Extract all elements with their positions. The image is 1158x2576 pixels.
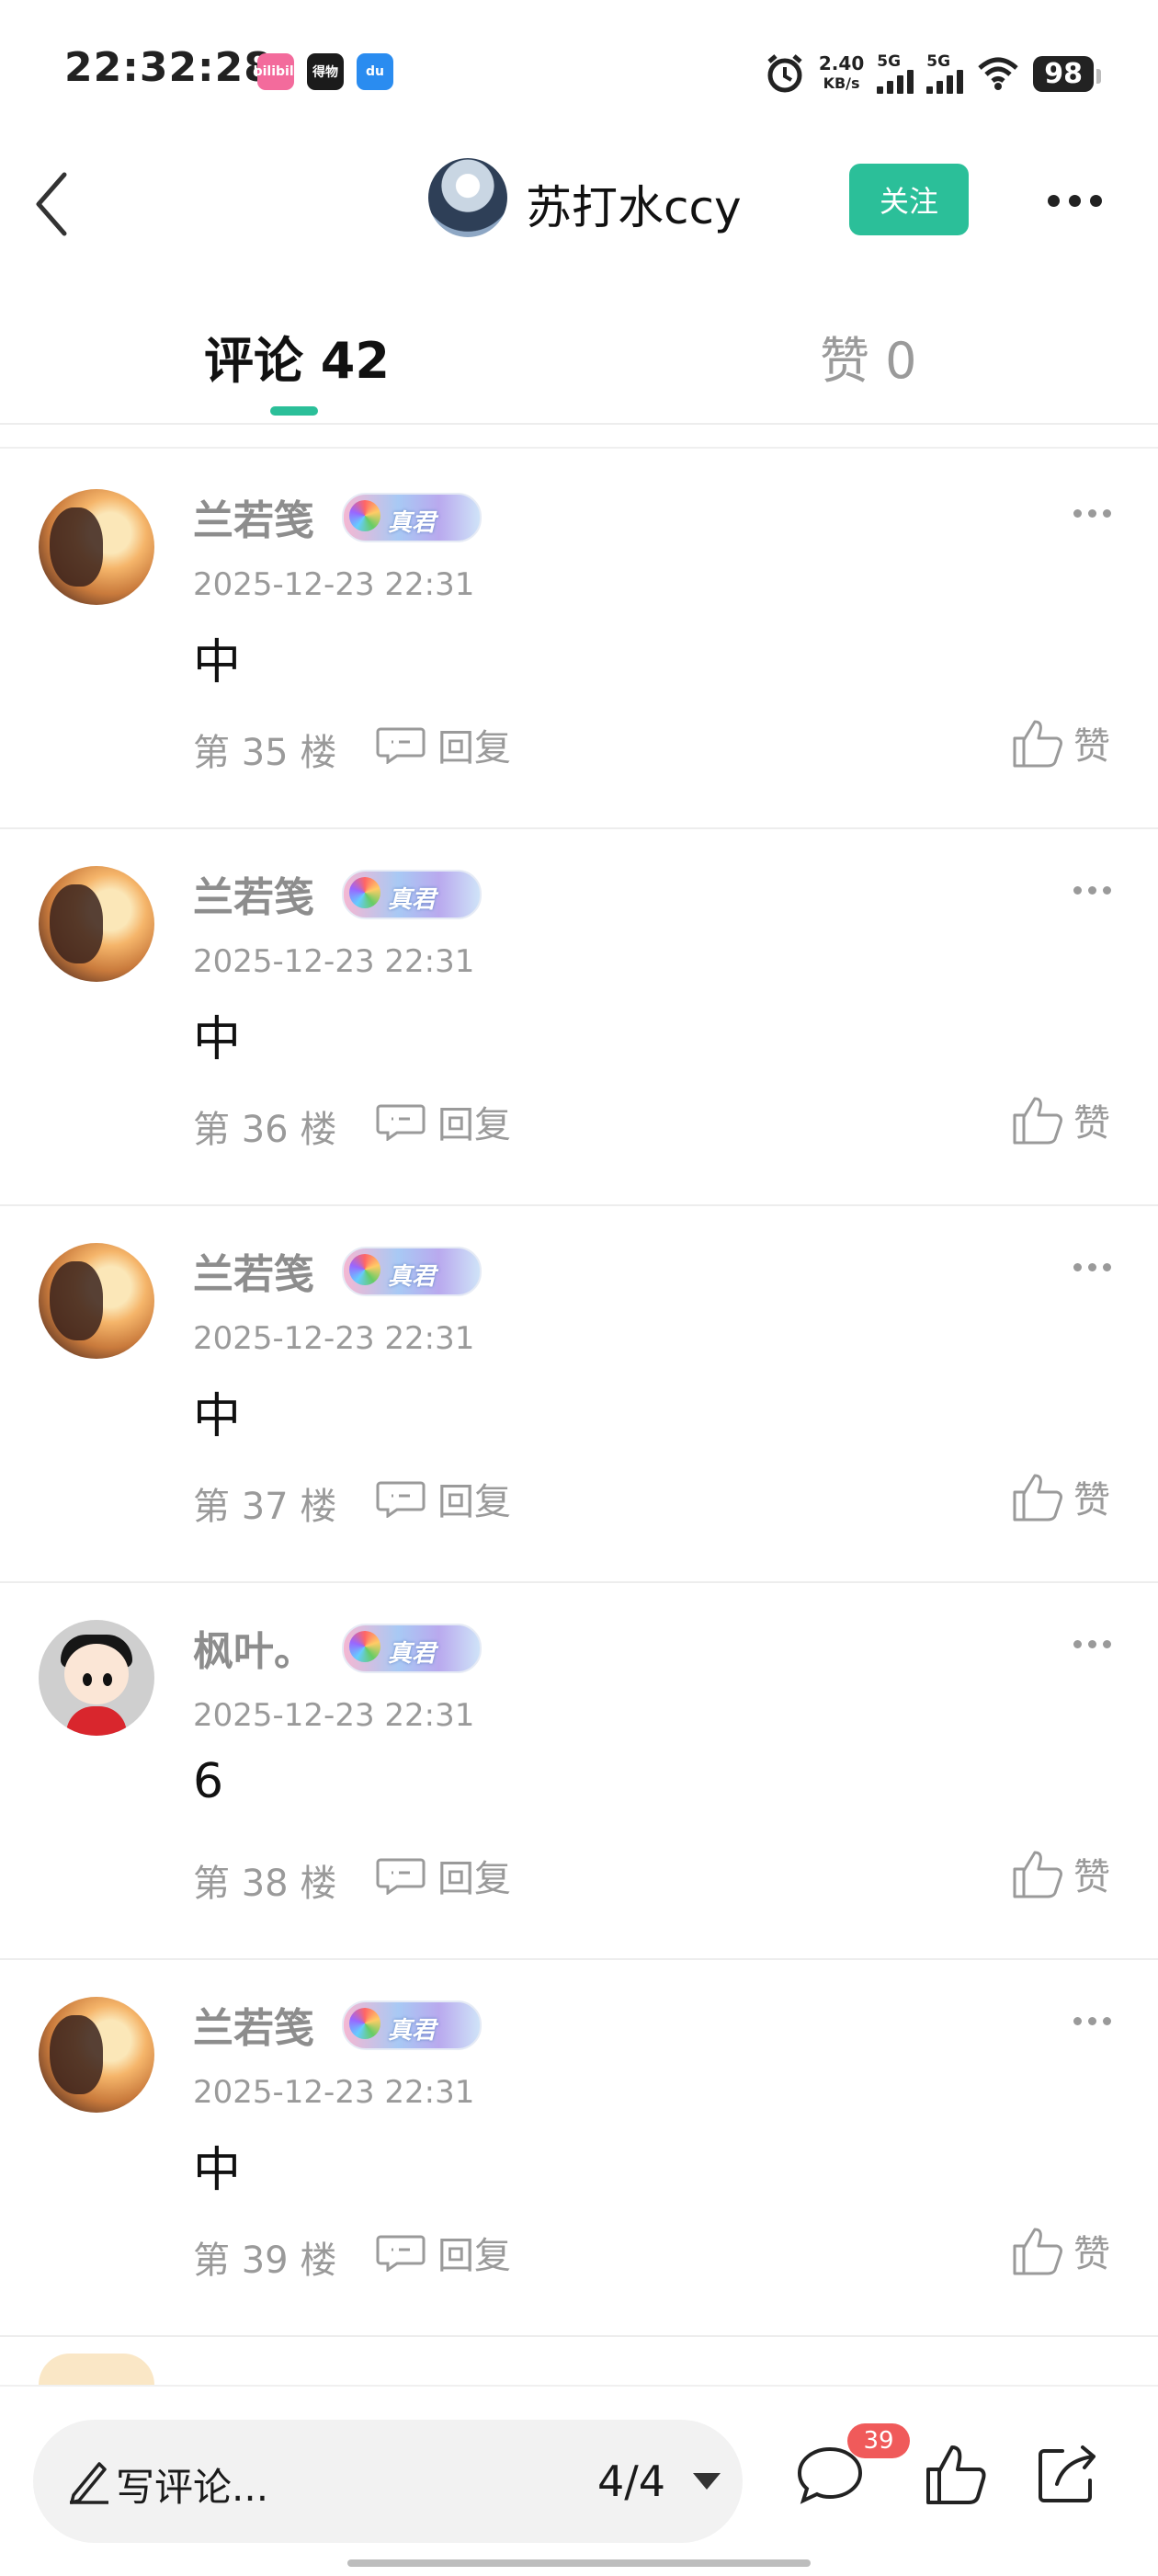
floor-number: 第 38 楼 bbox=[193, 1863, 337, 1905]
comment-time: 2025-12-23 22:31 bbox=[193, 566, 475, 603]
write-comment-placeholder: 写评论... bbox=[116, 2465, 269, 2510]
like-button[interactable]: 赞 bbox=[1011, 1092, 1110, 1147]
follow-button[interactable]: 关注 bbox=[849, 164, 969, 235]
share-icon[interactable] bbox=[1033, 2440, 1103, 2510]
commenter-name[interactable]: 枫叶。 bbox=[193, 1618, 314, 1677]
reply-button[interactable]: 回复 bbox=[375, 1473, 511, 1524]
thumbs-up-icon bbox=[1013, 1097, 1062, 1145]
reply-bubble-icon bbox=[376, 727, 426, 764]
reply-button[interactable]: 回复 bbox=[375, 719, 511, 770]
comment-more-icon[interactable] bbox=[1073, 886, 1111, 895]
dewu-app-icon: 得物 bbox=[307, 53, 344, 90]
signal-bars-icon bbox=[926, 70, 964, 94]
more-options-icon[interactable] bbox=[1048, 191, 1112, 210]
commenter-avatar[interactable] bbox=[39, 866, 154, 982]
tab-comments[interactable]: 评论 42 bbox=[204, 320, 390, 393]
signal-5g-2: 5G bbox=[926, 53, 964, 94]
divider bbox=[0, 447, 1158, 449]
tab-likes[interactable]: 赞 0 bbox=[820, 320, 917, 393]
comment-text: 中 bbox=[193, 1012, 242, 1067]
commenter-name[interactable]: 兰若笺 bbox=[193, 1241, 314, 1300]
comment-text: 中 bbox=[193, 635, 242, 690]
caret-down-icon[interactable] bbox=[693, 2473, 721, 2490]
rank-badge: 真君 bbox=[342, 1624, 482, 1673]
reply-bubble-icon bbox=[376, 1481, 426, 1518]
commenter-name[interactable]: 兰若笺 bbox=[193, 864, 314, 923]
comment-time: 2025-12-23 22:31 bbox=[193, 943, 475, 980]
du-app-icon: du bbox=[357, 53, 393, 90]
comment-text: 中 bbox=[193, 2143, 242, 2198]
comment-time: 2025-12-23 22:31 bbox=[193, 2074, 475, 2111]
floor-number: 第 35 楼 bbox=[193, 732, 337, 774]
thumbs-up-icon bbox=[1013, 1474, 1062, 1522]
reply-button[interactable]: 回复 bbox=[375, 1096, 511, 1147]
page-indicator[interactable]: 4/4 bbox=[597, 2456, 665, 2506]
reply-bubble-icon bbox=[376, 2235, 426, 2272]
home-indicator[interactable] bbox=[347, 2559, 811, 2567]
net-speed: 2.40 KB/s bbox=[818, 52, 865, 92]
like-button[interactable]: 赞 bbox=[1011, 2223, 1110, 2278]
top-nav: 苏打水ccy 关注 bbox=[0, 138, 1158, 267]
author-avatar[interactable] bbox=[428, 158, 507, 237]
comment-more-icon[interactable] bbox=[1073, 509, 1111, 518]
comment-item: 兰若笺 真君 2025-12-23 22:31 中 第 36 楼 回复 赞 bbox=[0, 827, 1158, 1206]
tab-bar: 评论 42 赞 0 bbox=[0, 303, 1158, 425]
commenter-name[interactable]: 兰若笺 bbox=[193, 1995, 314, 2054]
commenter-avatar[interactable] bbox=[39, 1997, 154, 2113]
reply-button[interactable]: 回复 bbox=[375, 2227, 511, 2278]
bilibili-app-icon: bilibili bbox=[254, 53, 298, 90]
rank-badge: 真君 bbox=[342, 493, 482, 542]
author-name[interactable]: 苏打水ccy bbox=[526, 171, 742, 237]
rank-badge: 真君 bbox=[342, 2000, 482, 2050]
write-comment-input[interactable]: 写评论... 4/4 bbox=[33, 2420, 743, 2543]
thumbs-up-icon bbox=[1013, 1851, 1062, 1898]
comment-count-badge: 39 bbox=[847, 2423, 910, 2458]
battery-indicator: 98 bbox=[1033, 55, 1101, 92]
like-button[interactable]: 赞 bbox=[1011, 1846, 1110, 1901]
reply-button[interactable]: 回复 bbox=[375, 1850, 511, 1901]
commenter-name[interactable]: 兰若笺 bbox=[193, 487, 314, 546]
comment-more-icon[interactable] bbox=[1073, 2017, 1111, 2025]
alarm-icon bbox=[767, 54, 802, 93]
comment-time: 2025-12-23 22:31 bbox=[193, 1320, 475, 1357]
reply-bubble-icon bbox=[376, 1104, 426, 1141]
comment-item: 枫叶。 真君 2025-12-23 22:31 6 第 38 楼 回复 赞 bbox=[0, 1581, 1158, 1960]
pen-icon bbox=[70, 2462, 108, 2504]
thumbs-up-icon bbox=[1013, 720, 1062, 768]
floor-number: 第 39 楼 bbox=[193, 2240, 337, 2282]
signal-5g-1: 5G bbox=[877, 53, 914, 94]
comment-text: 中 bbox=[193, 1389, 242, 1444]
commenter-avatar[interactable] bbox=[39, 489, 154, 605]
like-button[interactable]: 赞 bbox=[1011, 715, 1110, 770]
signal-bars-icon bbox=[877, 70, 914, 94]
wifi-icon bbox=[978, 57, 1018, 90]
floor-number: 第 36 楼 bbox=[193, 1109, 337, 1151]
thumbs-up-icon[interactable] bbox=[923, 2442, 989, 2508]
rank-badge: 真君 bbox=[342, 870, 482, 919]
status-time: 22:32:28 bbox=[64, 44, 273, 91]
rank-badge: 真君 bbox=[342, 1247, 482, 1296]
commenter-avatar[interactable] bbox=[39, 1243, 154, 1359]
next-commenter-avatar-partial bbox=[39, 2354, 154, 2385]
floor-number: 第 37 楼 bbox=[193, 1486, 337, 1528]
bottom-bar: 写评论... 4/4 39 bbox=[0, 2385, 1158, 2576]
comment-more-icon[interactable] bbox=[1073, 1640, 1111, 1648]
comment-item: 兰若笺 真君 2025-12-23 22:31 中 第 39 楼 回复 赞 bbox=[0, 1958, 1158, 2337]
status-bar: 22:32:28 bilibili 得物 du 2.40 KB/s 5G 5G … bbox=[0, 0, 1158, 138]
reply-bubble-icon bbox=[376, 1858, 426, 1895]
comment-item: 兰若笺 真君 2025-12-23 22:31 中 第 35 楼 回复 赞 bbox=[0, 450, 1158, 829]
back-arrow-icon[interactable] bbox=[29, 165, 85, 239]
like-button[interactable]: 赞 bbox=[1011, 1469, 1110, 1524]
comment-time: 2025-12-23 22:31 bbox=[193, 1697, 475, 1734]
comment-more-icon[interactable] bbox=[1073, 1263, 1111, 1271]
comment-item: 兰若笺 真君 2025-12-23 22:31 中 第 37 楼 回复 赞 bbox=[0, 1204, 1158, 1583]
status-right-cluster: 2.40 KB/s 5G 5G 98 bbox=[764, 46, 1101, 101]
active-tab-indicator bbox=[270, 406, 318, 416]
comment-text: 6 bbox=[193, 1754, 224, 1809]
commenter-avatar[interactable] bbox=[39, 1620, 154, 1736]
thumbs-up-icon bbox=[1013, 2228, 1062, 2275]
